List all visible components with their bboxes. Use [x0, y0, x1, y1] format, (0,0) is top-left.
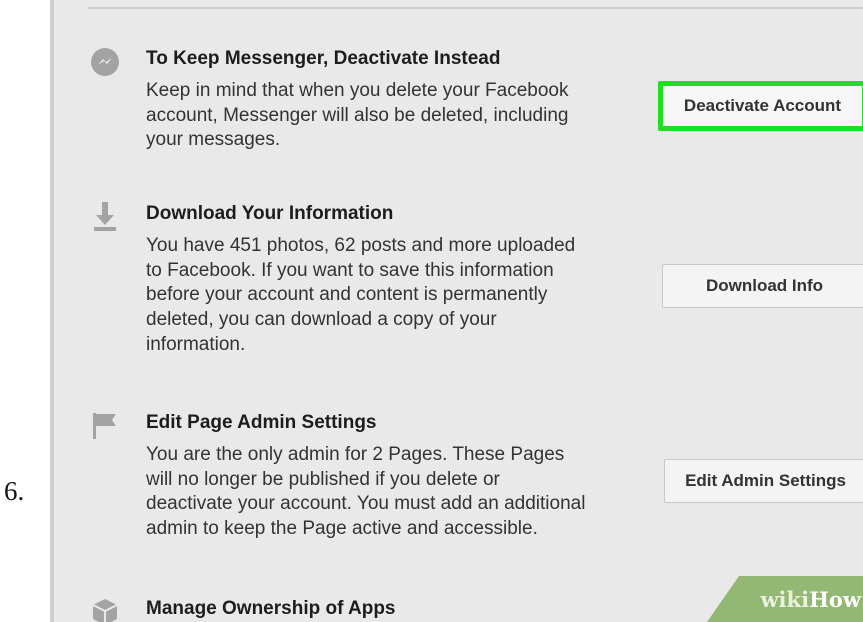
- section-download-info: Download Your Information You have 451 p…: [90, 202, 863, 377]
- download-icon: [94, 202, 116, 231]
- section-title: Download Your Information: [146, 203, 394, 224]
- section-title: Edit Page Admin Settings: [146, 412, 377, 433]
- section-description: You are the only admin for 2 Pages. Thes…: [146, 444, 586, 540]
- edit-admin-settings-button[interactable]: Edit Admin Settings: [664, 459, 863, 503]
- wikihow-watermark: wiki How: [707, 576, 863, 622]
- download-info-button[interactable]: Download Info: [662, 264, 863, 308]
- deactivate-account-button[interactable]: Deactivate Account: [658, 81, 863, 131]
- section-keep-messenger: To Keep Messenger, Deactivate Instead Ke…: [90, 47, 863, 167]
- section-title: Manage Ownership of Apps: [146, 598, 396, 619]
- facebook-delete-account-panel: To Keep Messenger, Deactivate Instead Ke…: [50, 0, 863, 622]
- section-edit-admin-settings: Edit Page Admin Settings You are the onl…: [90, 411, 863, 561]
- cube-icon: [92, 599, 118, 622]
- divider: [88, 7, 863, 9]
- step-number: 6.: [4, 476, 25, 506]
- section-description: Keep in mind that when you delete your F…: [146, 80, 569, 151]
- messenger-icon: [91, 48, 119, 76]
- section-title: To Keep Messenger, Deactivate Instead: [146, 48, 501, 69]
- section-description: You have 451 photos, 62 posts and more u…: [146, 235, 576, 355]
- flag-icon: [93, 413, 116, 439]
